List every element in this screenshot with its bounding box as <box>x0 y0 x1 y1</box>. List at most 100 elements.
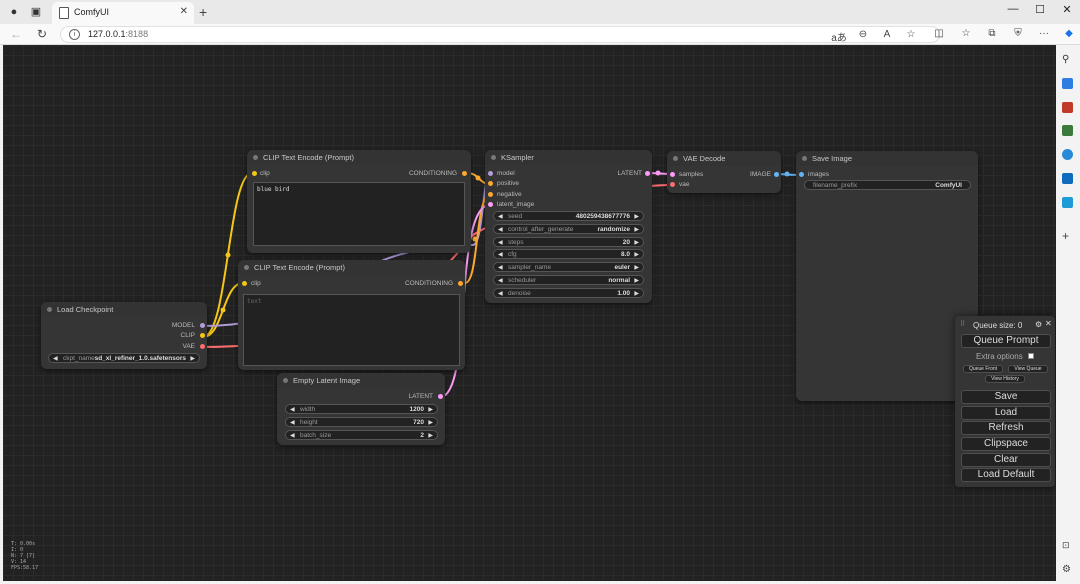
settings-gear-icon[interactable]: ⚙ <box>1035 320 1042 329</box>
scheduler-widget[interactable]: ◀ scheduler normal ▶ <box>493 275 644 285</box>
empty-latent-image-node[interactable]: Empty Latent Image LATENT ◀ width 1200 ▶ ◀ h… <box>277 373 445 445</box>
view-history-button[interactable]: View History <box>985 375 1025 383</box>
collapse-dot[interactable] <box>283 378 288 383</box>
text-size-icon[interactable]: A <box>879 29 895 40</box>
outlook-icon[interactable] <box>1062 173 1073 184</box>
positive-input-slot[interactable] <box>488 181 493 186</box>
node-header[interactable]: Save Image <box>796 151 978 166</box>
tools-icon[interactable] <box>1062 102 1073 113</box>
cfg-widget[interactable]: ◀ cfg 8.0 ▶ <box>493 249 644 259</box>
save-button[interactable]: Save <box>961 390 1051 404</box>
load-button[interactable]: Load <box>961 406 1051 420</box>
sidebar-settings-icon[interactable]: ⚙ <box>1062 564 1073 575</box>
seed-widget[interactable]: ◀ seed 480259438677776 ▶ <box>493 211 644 221</box>
clip-input-slot[interactable] <box>252 171 257 176</box>
collapse-dot[interactable] <box>47 307 52 312</box>
minimize-icon[interactable]: — <box>1004 3 1022 15</box>
clip-text-encode-node-negative[interactable]: CLIP Text Encode (Prompt) clip CONDITION… <box>238 260 465 370</box>
read-aloud-icon[interactable]: aあ <box>831 29 847 44</box>
images-input-slot[interactable] <box>799 172 804 177</box>
extra-options-checkbox[interactable] <box>1028 353 1034 359</box>
load-checkpoint-node[interactable]: Load Checkpoint MODEL CLIP VAE ◀ ckpt_na… <box>41 302 207 369</box>
address-bar[interactable]: i 127.0.0.1:8188 aあ ⊖ A ☆ <box>60 26 940 44</box>
vae-input-slot[interactable] <box>670 182 675 187</box>
negative-input-slot[interactable] <box>488 192 493 197</box>
node-header[interactable]: Empty Latent Image <box>277 373 445 388</box>
samples-input-slot[interactable] <box>670 172 675 177</box>
combo-next-icon[interactable]: ▶ <box>190 355 195 362</box>
more-menu-icon[interactable]: ··· <box>1036 28 1052 39</box>
control-after-generate-widget[interactable]: ◀ control_after_generate randomize ▶ <box>493 224 644 234</box>
refresh-button[interactable]: Refresh <box>961 421 1051 435</box>
prompt-textarea[interactable]: blue bird <box>253 182 465 246</box>
collections-icon[interactable]: ⧉ <box>984 28 1000 39</box>
queue-front-button[interactable]: Queue Front <box>963 365 1003 373</box>
clip-output-slot[interactable] <box>200 333 205 338</box>
vae-decode-node[interactable]: VAE Decode samples vae IMAGE <box>667 151 781 193</box>
site-info-icon[interactable]: i <box>69 29 80 40</box>
copilot-sidebar-icon[interactable] <box>1062 149 1073 160</box>
width-widget[interactable]: ◀ width 1200 ▶ <box>285 404 438 414</box>
node-header[interactable]: KSampler <box>485 150 652 165</box>
prompt-textarea[interactable]: text <box>243 294 460 366</box>
collapse-dot[interactable] <box>802 156 807 161</box>
ckpt-name-combo[interactable]: ◀ ckpt_name sd_xl_refiner_1.0.safetensor… <box>48 353 200 363</box>
model-output-slot[interactable] <box>200 323 205 328</box>
queue-prompt-button[interactable]: Queue Prompt <box>961 334 1051 348</box>
add-sidebar-app-icon[interactable]: + <box>1062 230 1073 242</box>
collapse-dot[interactable] <box>673 156 678 161</box>
steps-widget[interactable]: ◀ steps 20 ▶ <box>493 237 644 247</box>
close-window-icon[interactable]: ✕ <box>1058 3 1076 16</box>
image-output-slot[interactable] <box>774 172 779 177</box>
save-image-node[interactable]: Save Image images filename_prefix ComfyU… <box>796 151 978 401</box>
maximize-icon[interactable]: ☐ <box>1031 3 1049 16</box>
close-tab-icon[interactable]: ✕ <box>180 6 188 17</box>
graph-canvas[interactable]: CLIP Text Encode (Prompt) clip CONDITION… <box>3 45 1056 581</box>
batch-size-widget[interactable]: ◀ batch_size 2 ▶ <box>285 430 438 440</box>
conditioning-output-slot[interactable] <box>458 281 463 286</box>
conditioning-output-slot[interactable] <box>462 171 467 176</box>
hide-sidebar-icon[interactable]: ⊡ <box>1062 540 1073 551</box>
combo-prev-icon[interactable]: ◀ <box>53 355 58 362</box>
collapse-dot[interactable] <box>244 265 249 270</box>
clip-input-slot[interactable] <box>242 281 247 286</box>
latent-output-slot[interactable] <box>438 394 443 399</box>
browser-tab[interactable]: ComfyUI ✕ <box>52 2 194 24</box>
extensions-icon[interactable]: ⛨ <box>1010 28 1026 39</box>
clip-text-encode-node-positive[interactable]: CLIP Text Encode (Prompt) clip CONDITION… <box>247 150 471 253</box>
reload-icon[interactable]: ↻ <box>34 27 50 41</box>
close-menu-icon[interactable]: ✕ <box>1045 319 1052 328</box>
office-icon[interactable] <box>1062 125 1073 136</box>
favorites-icon[interactable]: ☆ <box>958 28 974 39</box>
load-default-button[interactable]: Load Default <box>961 468 1051 482</box>
latent-output-slot[interactable] <box>645 171 650 176</box>
filename-prefix-widget[interactable]: filename_prefix ComfyUI <box>804 180 971 190</box>
shopping-icon[interactable] <box>1062 78 1073 89</box>
denoise-widget[interactable]: ◀ denoise 1.00 ▶ <box>493 288 644 298</box>
profile-icon[interactable]: ● <box>6 4 22 20</box>
favorite-star-icon[interactable]: ☆ <box>903 29 919 40</box>
vae-output-slot[interactable] <box>200 344 205 349</box>
latent-image-input-slot[interactable] <box>488 202 493 207</box>
height-widget[interactable]: ◀ height 720 ▶ <box>285 417 438 427</box>
node-header[interactable]: CLIP Text Encode (Prompt) <box>238 260 465 275</box>
node-header[interactable]: Load Checkpoint <box>41 302 207 317</box>
model-input-slot[interactable] <box>488 171 493 176</box>
node-header[interactable]: CLIP Text Encode (Prompt) <box>247 150 471 165</box>
drop-icon[interactable] <box>1062 197 1073 208</box>
copilot-icon[interactable]: ◆ <box>1061 28 1077 39</box>
view-queue-button[interactable]: View Queue <box>1008 365 1048 373</box>
back-icon[interactable]: ← <box>8 27 24 41</box>
split-screen-icon[interactable]: ◫ <box>931 28 947 39</box>
tab-actions-icon[interactable]: ▣ <box>28 4 44 20</box>
clipspace-button[interactable]: Clipspace <box>961 437 1051 451</box>
collapse-dot[interactable] <box>491 155 496 160</box>
sampler-name-widget[interactable]: ◀ sampler_name euler ▶ <box>493 262 644 272</box>
drag-handle-icon[interactable]: ⠿ <box>960 320 965 328</box>
zoom-icon[interactable]: ⊖ <box>855 29 871 40</box>
clear-button[interactable]: Clear <box>961 453 1051 467</box>
new-tab-icon[interactable]: + <box>199 4 207 20</box>
search-icon[interactable]: ⚲ <box>1062 54 1073 65</box>
ksampler-node[interactable]: KSampler model positive negative latent_… <box>485 150 652 303</box>
collapse-dot[interactable] <box>253 155 258 160</box>
